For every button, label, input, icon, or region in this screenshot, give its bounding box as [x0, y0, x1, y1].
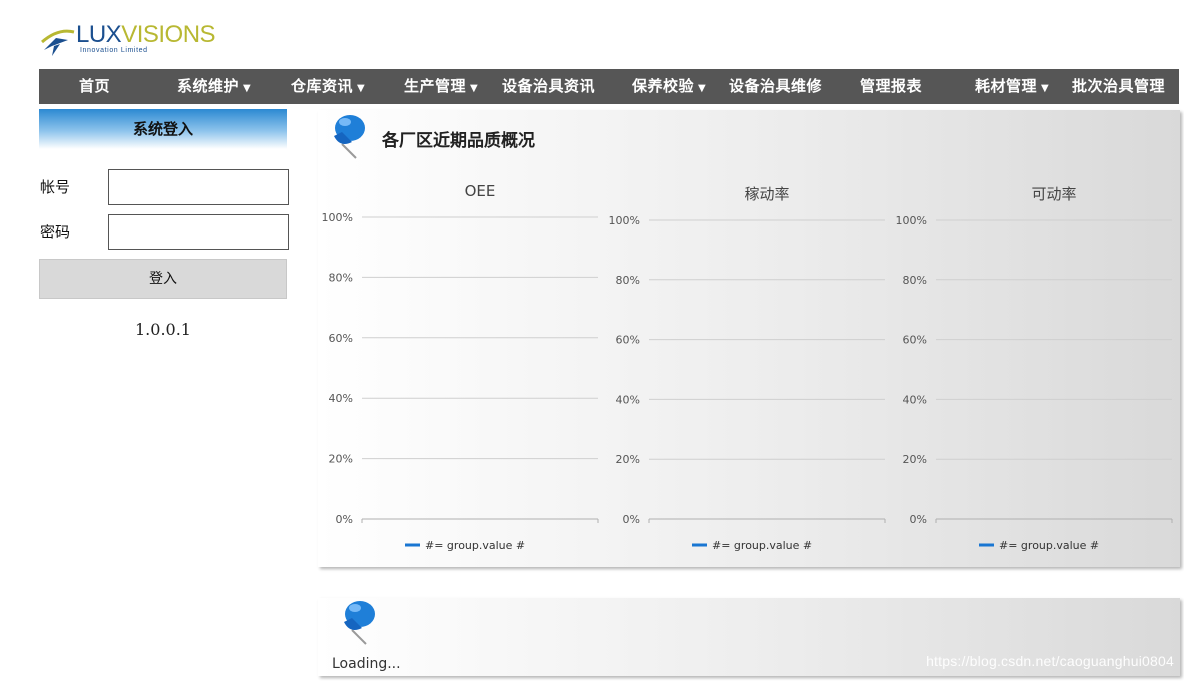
chart-title: 可动率: [1031, 185, 1076, 203]
y-tick-label: 60%: [616, 334, 640, 347]
legend-label[interactable]: #= group.value #: [425, 539, 525, 552]
watermark-text: https://blog.csdn.net/caoguanghui0804: [926, 653, 1174, 669]
version-text: 1.0.0.1: [135, 320, 191, 339]
y-tick-label: 20%: [329, 453, 353, 466]
y-tick-label: 100%: [609, 214, 640, 227]
y-tick-label: 40%: [329, 392, 353, 405]
login-button[interactable]: 登入: [39, 259, 287, 299]
brand-tagline: Innovation Limited: [80, 47, 148, 54]
y-tick-label: 100%: [896, 214, 927, 227]
chevron-down-icon: ▼: [357, 83, 366, 94]
password-input[interactable]: [108, 214, 289, 250]
y-tick-label: 20%: [903, 453, 927, 466]
chart-availability-svg: 可动率 100% 80% 60% 40% 20% 0% #= group.value #: [896, 185, 1173, 552]
account-label: 帐号: [40, 178, 71, 196]
password-label: 密码: [40, 223, 71, 241]
chart-oee: OEE 100% 80% 60% 40% 20% 0% #= group.value #: [318, 110, 608, 571]
y-tick-label: 0%: [623, 513, 640, 526]
nav-item-management-reports[interactable]: 管理报表: [860, 69, 922, 104]
chart-utilization: 稼动率 100% 80% 60% 40% 20% 0% #= group.value #: [605, 110, 895, 571]
y-tick-label: 60%: [329, 332, 353, 345]
chart-availability: 可动率 100% 80% 60% 40% 20% 0% #= group.value #: [892, 110, 1182, 571]
nav-item-maintenance-calibration[interactable]: 保养校验 ▼: [632, 69, 706, 104]
y-tick-label: 60%: [903, 334, 927, 347]
y-tick-label: 40%: [903, 393, 927, 406]
nav-item-equipment-repair[interactable]: 设备治具维修: [729, 69, 822, 104]
y-tick-label: 80%: [903, 274, 927, 287]
y-tick-label: 20%: [616, 453, 640, 466]
nav-item-system-maintenance[interactable]: 系统维护 ▼: [177, 69, 251, 104]
account-input[interactable]: [108, 169, 289, 205]
loading-text: Loading...: [332, 656, 401, 672]
login-header: 系统登入: [39, 109, 287, 149]
quality-overview-panel: 各厂区近期品质概况 OEE 100% 80% 60% 40% 20% 0% #= group.…: [318, 110, 1180, 567]
nav-item-production-management[interactable]: 生产管理 ▼: [404, 69, 478, 104]
chart-utilization-svg: 稼动率 100% 80% 60% 40% 20% 0% #= group.value #: [609, 185, 886, 552]
chevron-down-icon: ▼: [470, 83, 479, 94]
chevron-down-icon: ▼: [243, 83, 252, 94]
y-tick-label: 0%: [336, 513, 353, 526]
chart-oee-svg: OEE 100% 80% 60% 40% 20% 0% #= group.value #: [322, 182, 599, 552]
chevron-down-icon: ▼: [1041, 83, 1050, 94]
y-tick-label: 40%: [616, 393, 640, 406]
nav-item-batch-fixtures[interactable]: 批次治具管理: [1072, 69, 1165, 104]
y-tick-label: 0%: [910, 513, 927, 526]
loading-panel: Loading... https://blog.csdn.net/caoguan…: [318, 598, 1180, 676]
logo[interactable]: LUXVISIONS Innovation Limited: [38, 20, 238, 60]
nav-item-equipment-info[interactable]: 设备治具资讯: [502, 69, 595, 104]
legend-label[interactable]: #= group.value #: [999, 539, 1099, 552]
brand-name: LUXVISIONS: [76, 21, 216, 48]
chart-title: 稼动率: [744, 185, 789, 203]
logo-mark-icon: [41, 29, 75, 56]
chart-title: OEE: [465, 182, 496, 200]
nav-item-warehouse-info[interactable]: 仓库资讯 ▼: [291, 69, 365, 104]
y-tick-label: 100%: [322, 211, 353, 224]
nav-item-home[interactable]: 首页: [79, 69, 110, 104]
nav-item-consumables[interactable]: 耗材管理 ▼: [975, 69, 1049, 104]
legend-label[interactable]: #= group.value #: [712, 539, 812, 552]
y-tick-label: 80%: [329, 271, 353, 284]
chevron-down-icon: ▼: [698, 83, 707, 94]
main-nav: 首页 系统维护 ▼ 仓库资讯 ▼ 生产管理 ▼ 设备治具资讯 保养校验 ▼ 设备治具维修…: [39, 69, 1179, 104]
pushpin-icon: [344, 601, 375, 645]
y-tick-label: 80%: [616, 274, 640, 287]
